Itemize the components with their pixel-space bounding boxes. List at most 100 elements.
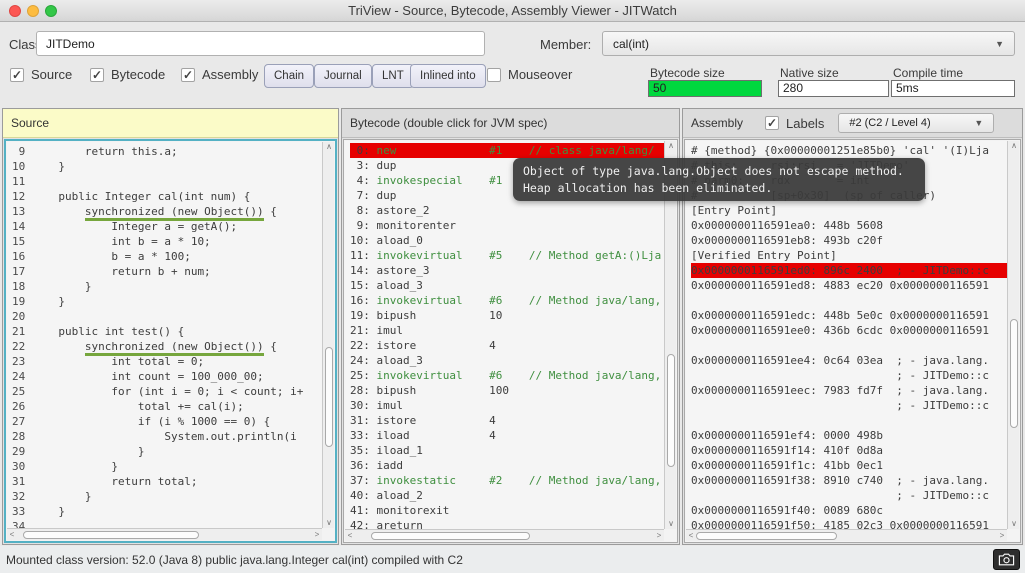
code-line[interactable]: 9: monitorenter [350, 218, 664, 233]
code-line[interactable]: 0x0000000116591eb8: 493b c20f [691, 233, 1007, 248]
code-line[interactable]: 0x0000000116591ed8: 4883 ec20 0x00000001… [691, 278, 1007, 293]
code-line[interactable]: 0x0000000116591f50: 4185 02c3 0x00000001… [691, 518, 1007, 529]
code-line[interactable]: 24: aload_3 [350, 353, 664, 368]
code-line[interactable]: 11 [12, 174, 322, 189]
scrollbar-thumb[interactable] [1010, 319, 1018, 428]
scrollbar-thumb[interactable] [667, 354, 675, 467]
code-line[interactable]: 31: istore 4 [350, 413, 664, 428]
code-line[interactable]: 28 System.out.println(i [12, 429, 322, 444]
code-line[interactable]: 0x0000000116591f1c: 41bb 0ec1 [691, 458, 1007, 473]
member-select[interactable]: cal(int) ▼ [602, 31, 1015, 56]
scroll-down-icon[interactable]: ∨ [665, 519, 677, 529]
code-line[interactable]: 25: invokevirtual #6 // Method java/lang… [350, 368, 664, 383]
code-line[interactable] [691, 413, 1007, 428]
code-line[interactable]: ; - JITDemo::c [691, 398, 1007, 413]
scroll-right-icon[interactable]: > [997, 530, 1007, 542]
mouseover-checkbox[interactable]: Mouseover [487, 67, 572, 82]
code-line[interactable]: 25 for (int i = 0; i < count; i+ [12, 384, 322, 399]
inlined-into-button[interactable]: Inlined into [410, 64, 486, 88]
code-line[interactable]: 34 [12, 519, 322, 528]
chain-button[interactable]: Chain [264, 64, 314, 88]
code-line[interactable]: 8: astore_2 [350, 203, 664, 218]
code-line[interactable]: 22: istore 4 [350, 338, 664, 353]
code-line[interactable]: [Entry Point] [691, 203, 1007, 218]
scroll-left-icon[interactable]: < [345, 530, 355, 542]
horizontal-scrollbar[interactable]: < > [686, 529, 1007, 541]
code-line[interactable]: 30 } [12, 459, 322, 474]
code-line[interactable]: 26 total += cal(i); [12, 399, 322, 414]
code-line[interactable]: 0x0000000116591ee4: 0c64 03ea ; - java.l… [691, 353, 1007, 368]
source-checkbox[interactable]: Source [10, 67, 72, 82]
class-input[interactable] [36, 31, 485, 56]
code-line[interactable]: 0x0000000116591ed0: 896c 2400 ; - JITDem… [691, 263, 1007, 278]
code-line[interactable]: 18 } [12, 279, 322, 294]
code-line[interactable]: 0x0000000116591eec: 7983 fd7f ; - java.l… [691, 383, 1007, 398]
code-line[interactable]: 0x0000000116591f40: 0089 680c [691, 503, 1007, 518]
code-line[interactable]: 12 public Integer cal(int num) { [12, 189, 322, 204]
code-line[interactable]: 27 if (i % 1000 == 0) { [12, 414, 322, 429]
scroll-down-icon[interactable]: ∨ [323, 518, 335, 528]
code-line[interactable]: 16 b = a * 100; [12, 249, 322, 264]
code-line[interactable]: 10: aload_0 [350, 233, 664, 248]
code-line[interactable]: 31 return total; [12, 474, 322, 489]
assembly-checkbox[interactable]: Assembly [181, 67, 258, 82]
code-line[interactable]: 24 int count = 100_000_00; [12, 369, 322, 384]
scrollbar-thumb[interactable] [325, 347, 333, 447]
scrollbar-thumb[interactable] [371, 532, 531, 540]
lnt-button[interactable]: LNT [372, 64, 414, 88]
horizontal-scrollbar[interactable]: < > [345, 529, 664, 541]
code-line[interactable]: 14 Integer a = getA(); [12, 219, 322, 234]
vertical-scrollbar[interactable]: ∧ ∨ [1007, 141, 1019, 529]
code-line[interactable]: 11: invokevirtual #5 // Method getA:()Lj… [350, 248, 664, 263]
code-line[interactable]: ; - JITDemo::c [691, 368, 1007, 383]
minimize-button[interactable] [27, 5, 39, 17]
code-line[interactable]: # {method} {0x00000001251e85b0} 'cal' '(… [691, 143, 1007, 158]
code-line[interactable]: 42: areturn [350, 518, 664, 529]
code-line[interactable]: 32 } [12, 489, 322, 504]
code-line[interactable]: 0x0000000116591f38: 8910 c740 ; - java.l… [691, 473, 1007, 488]
scroll-down-icon[interactable]: ∨ [1008, 519, 1020, 529]
scroll-right-icon[interactable]: > [654, 530, 664, 542]
scroll-left-icon[interactable]: < [686, 530, 696, 542]
vertical-scrollbar[interactable]: ∧ ∨ [322, 142, 334, 528]
code-line[interactable]: [Verified Entry Point] [691, 248, 1007, 263]
code-line[interactable]: 21 public int test() { [12, 324, 322, 339]
scroll-up-icon[interactable]: ∧ [1008, 141, 1020, 151]
source-code-list[interactable]: 9 return this.a;10 }11 12 public Integer… [7, 142, 322, 528]
close-button[interactable] [9, 5, 21, 17]
scroll-right-icon[interactable]: > [312, 529, 322, 541]
code-line[interactable]: 20 [12, 309, 322, 324]
code-line[interactable]: ; - JITDemo::c [691, 488, 1007, 503]
code-line[interactable]: 19 } [12, 294, 322, 309]
code-line[interactable]: 0: new #1 // class java/lang/ [350, 143, 664, 158]
compiler-select[interactable]: #2 (C2 / Level 4) ▼ [838, 113, 994, 133]
journal-button[interactable]: Journal [314, 64, 372, 88]
scroll-left-icon[interactable]: < [7, 529, 17, 541]
code-line[interactable]: 21: imul [350, 323, 664, 338]
code-line[interactable]: 41: monitorexit [350, 503, 664, 518]
code-line[interactable]: 14: astore_3 [350, 263, 664, 278]
code-line[interactable]: 22 synchronized (new Object()) { [12, 339, 322, 354]
code-line[interactable]: 17 return b + num; [12, 264, 322, 279]
bytecode-checkbox[interactable]: Bytecode [90, 67, 165, 82]
code-line[interactable]: 0x0000000116591edc: 448b 5e0c 0x00000001… [691, 308, 1007, 323]
code-line[interactable]: 29 } [12, 444, 322, 459]
scroll-up-icon[interactable]: ∧ [323, 142, 335, 152]
code-line[interactable] [691, 338, 1007, 353]
code-line[interactable]: 9 return this.a; [12, 144, 322, 159]
code-line[interactable]: 0x0000000116591ea0: 448b 5608 [691, 218, 1007, 233]
code-line[interactable]: 19: bipush 10 [350, 308, 664, 323]
code-line[interactable]: 33: iload 4 [350, 428, 664, 443]
code-line[interactable]: 0x0000000116591ee0: 436b 6cdc 0x00000001… [691, 323, 1007, 338]
code-line[interactable]: 15 int b = a * 10; [12, 234, 322, 249]
scrollbar-thumb[interactable] [23, 531, 199, 539]
code-line[interactable]: 13 synchronized (new Object()) { [12, 204, 322, 219]
code-line[interactable]: 37: invokestatic #2 // Method java/lang, [350, 473, 664, 488]
code-line[interactable]: 16: invokevirtual #6 // Method java/lang… [350, 293, 664, 308]
code-line[interactable]: 15: aload_3 [350, 278, 664, 293]
code-line[interactable]: 36: iadd [350, 458, 664, 473]
code-line[interactable]: 35: iload_1 [350, 443, 664, 458]
code-line[interactable] [691, 293, 1007, 308]
code-line[interactable]: 33 } [12, 504, 322, 519]
zoom-button[interactable] [45, 5, 57, 17]
